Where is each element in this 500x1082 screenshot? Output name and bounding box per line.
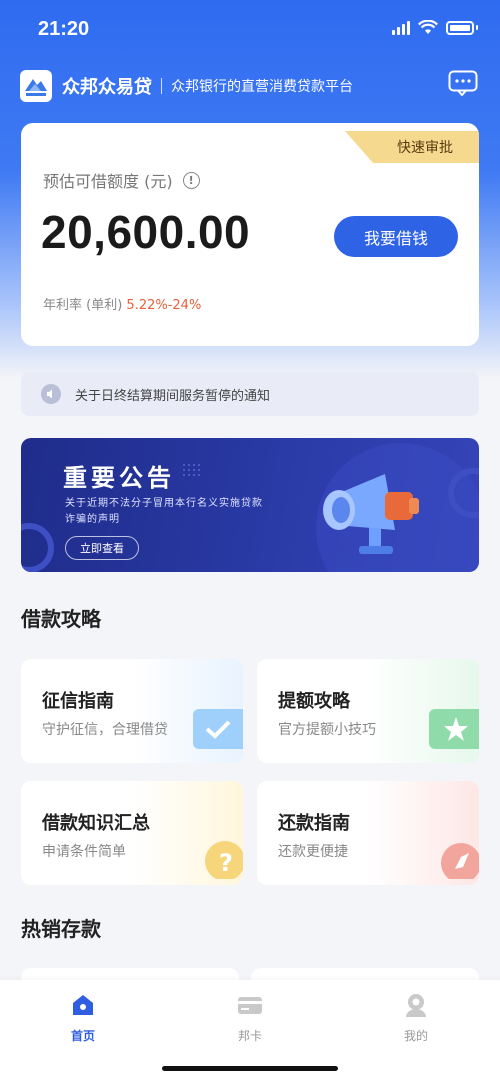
- banner-subtitle: 关于近期不法分子冒用本行名义实施贷款诈骗的声明: [65, 498, 263, 525]
- message-icon[interactable]: [448, 70, 478, 96]
- speaker-icon: [41, 384, 61, 404]
- guide-card-credit[interactable]: 征信指南 守护征信，合理借贷: [21, 659, 243, 763]
- notice-bar[interactable]: 关于日终结算期间服务暂停的通知: [21, 372, 479, 416]
- question-icon: ?: [193, 839, 243, 881]
- guide-subtitle: 守护征信，合理借贷: [42, 722, 168, 738]
- guide-title: 还款指南: [278, 813, 350, 834]
- rate-label: 年利率 (单利): [43, 298, 123, 313]
- guide-title: 征信指南: [42, 691, 114, 712]
- app-header: 众邦众易贷 众邦银行的直营消费贷款平台: [20, 68, 480, 104]
- tab-label: 首页: [70, 1029, 95, 1043]
- tab-card[interactable]: 邦卡: [210, 992, 290, 1044]
- limit-amount: 20,600.00: [41, 206, 251, 258]
- tab-label: 邦卡: [237, 1029, 262, 1043]
- user-icon: [406, 994, 426, 1017]
- header-separator: [161, 78, 162, 94]
- app-name: 众邦众易贷: [62, 77, 152, 98]
- guide-subtitle: 还款更便捷: [278, 844, 348, 860]
- tab-label: 我的: [403, 1029, 428, 1043]
- guide-card-limit[interactable]: 提额攻略 官方提额小技巧: [257, 659, 479, 763]
- home-indicator: [162, 1066, 338, 1071]
- svg-text:?: ?: [219, 849, 233, 877]
- interest-rate: 年利率 (单利) 5.22%-24%: [43, 294, 201, 313]
- megaphone-icon: [323, 474, 419, 554]
- signal-icon: [392, 20, 410, 35]
- battery-tip: [476, 25, 478, 30]
- limit-label: 预估可借额度 (元) !: [43, 168, 200, 192]
- guide-card-knowledge[interactable]: 借款知识汇总 申请条件简单 ?: [21, 781, 243, 885]
- announcement-banner[interactable]: 重要公告 关于近期不法分子冒用本行名义实施贷款诈骗的声明 立即查看: [21, 438, 479, 572]
- guide-title: 提额攻略: [278, 691, 350, 712]
- borrow-button[interactable]: 我要借钱: [334, 216, 458, 257]
- info-icon[interactable]: !: [182, 171, 200, 189]
- logo-icon: [20, 70, 52, 102]
- status-bar: 21:20: [0, 0, 500, 56]
- home-icon: [73, 995, 93, 1015]
- tab-mine[interactable]: 我的: [376, 992, 456, 1044]
- status-time: 21:20: [38, 18, 90, 40]
- banner-view-button[interactable]: 立即查看: [65, 536, 139, 560]
- tab-home[interactable]: 首页: [43, 992, 123, 1044]
- check-icon: [193, 709, 243, 749]
- limit-label-text: 预估可借额度 (元): [43, 172, 173, 191]
- guide-title: 借款知识汇总: [42, 813, 150, 834]
- credit-limit-card: 快速审批 预估可借额度 (元) ! 20,600.00 我要借钱 年利率 (单利…: [21, 123, 479, 346]
- guide-subtitle: 申请条件简单: [42, 844, 126, 860]
- rate-value: 5.22%-24%: [126, 298, 202, 313]
- banner-title: 重要公告: [63, 464, 175, 492]
- fast-approval-badge: 快速审批: [345, 131, 479, 163]
- status-icons: [392, 20, 478, 35]
- battery-icon: [446, 20, 474, 35]
- guide-subtitle: 官方提额小技巧: [278, 722, 376, 738]
- notice-text: 关于日终结算期间服务暂停的通知: [75, 388, 271, 404]
- compass-icon: [429, 839, 479, 883]
- app-slogan: 众邦银行的直营消费贷款平台: [171, 79, 353, 95]
- card-icon: [238, 997, 262, 1014]
- deposits-section-title: 热销存款: [21, 917, 101, 941]
- wifi-icon: [418, 20, 438, 34]
- star-icon: [429, 709, 479, 749]
- guide-card-repayment[interactable]: 还款指南 还款更便捷: [257, 781, 479, 885]
- guides-section-title: 借款攻略: [21, 607, 101, 631]
